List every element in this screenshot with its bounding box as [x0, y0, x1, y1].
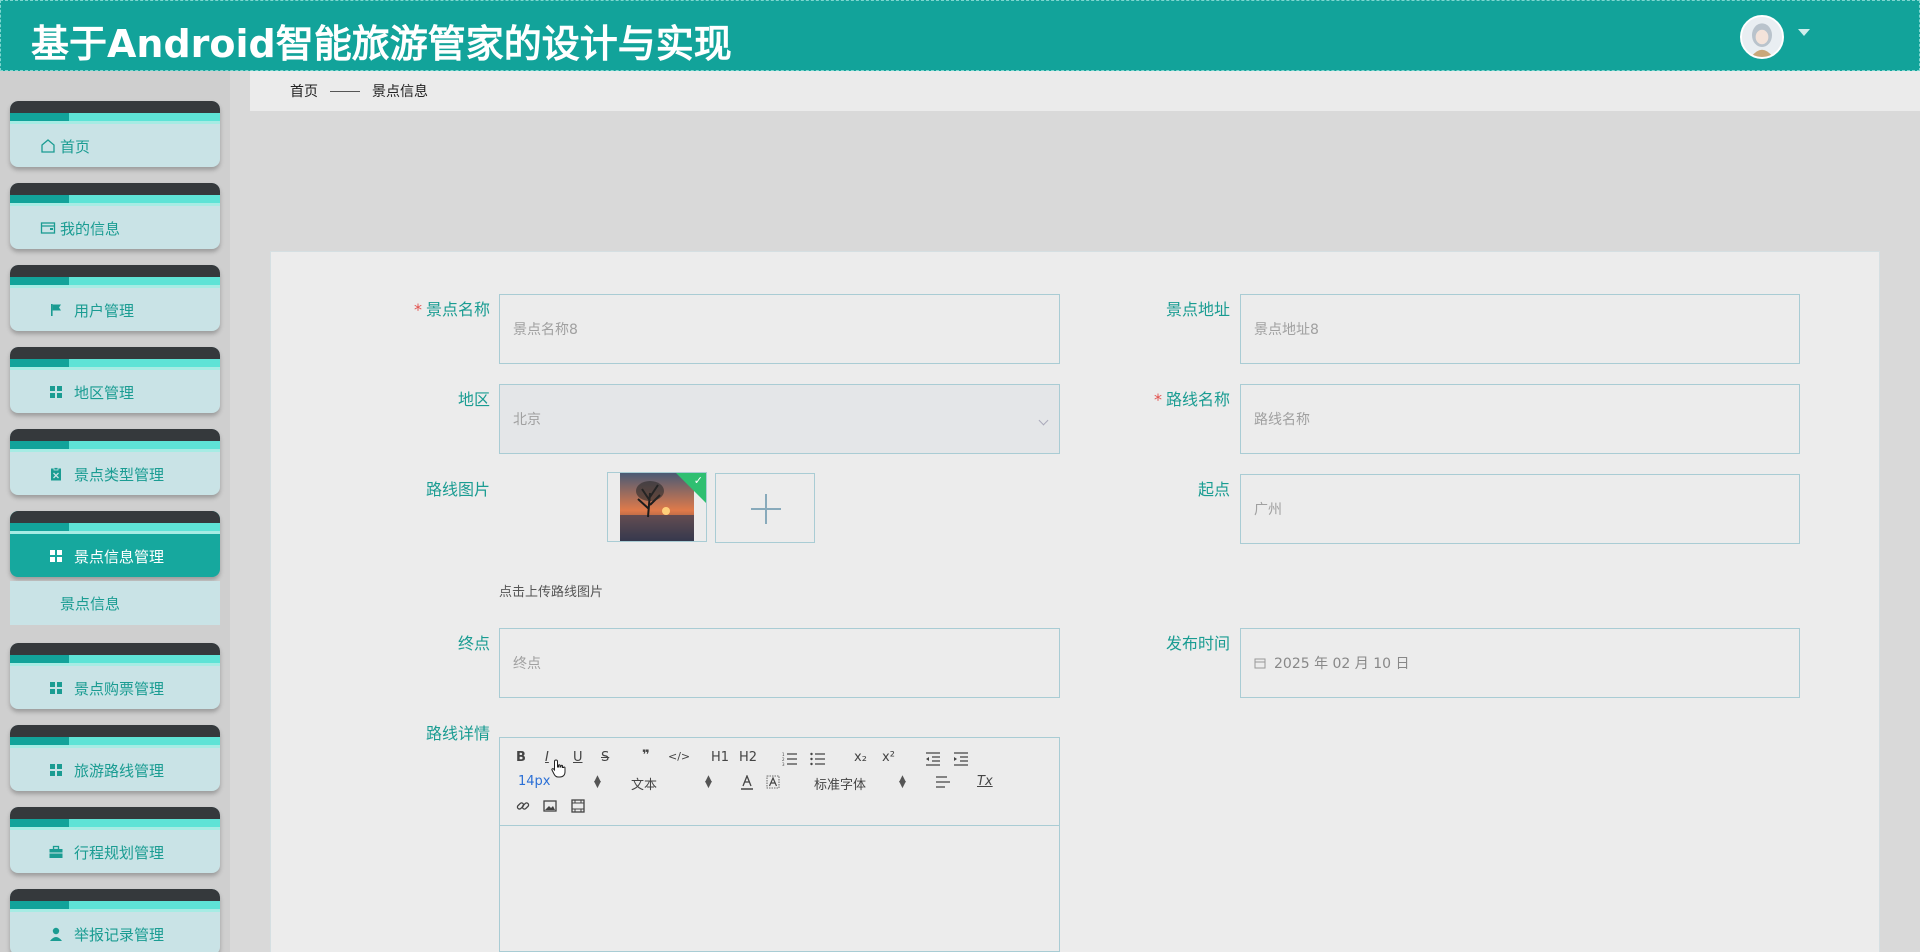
wallet-icon — [40, 222, 56, 234]
background-color-icon[interactable] — [766, 775, 780, 790]
region-select[interactable]: 北京 — [499, 384, 1060, 454]
publish-time-label: 发布时间 — [1165, 634, 1230, 653]
route-name-input[interactable]: 路线名称 — [1240, 384, 1800, 454]
clear-format-button[interactable]: Tx — [977, 774, 993, 789]
end-input[interactable]: 终点 — [499, 628, 1060, 698]
clipboard-icon — [51, 467, 61, 481]
sidebar-item-label: 举报记录管理 — [74, 925, 165, 944]
sidebar-item-label: 景点信息管理 — [74, 547, 165, 566]
bullet-list-icon[interactable] — [810, 752, 826, 766]
sidebar-item-spot-type[interactable]: 景点类型管理 — [10, 429, 220, 495]
submenu-label: 景点信息 — [60, 594, 121, 613]
sidebar-item-region[interactable]: 地区管理 — [10, 347, 220, 413]
sidebar-item-label: 地区管理 — [74, 383, 135, 402]
user-avatar[interactable] — [1740, 15, 1784, 59]
hand-cursor-icon — [551, 759, 566, 778]
upload-add-button[interactable] — [715, 473, 815, 543]
outdent-icon[interactable] — [925, 752, 941, 766]
sidebar-item-label: 景点购票管理 — [74, 679, 165, 698]
chevron-down-icon[interactable] — [1798, 29, 1810, 36]
route-detail-label: 路线详情 — [425, 724, 490, 743]
spot-name-input[interactable]: 景点名称8 — [499, 294, 1060, 364]
breadcrumb-separator — [330, 90, 360, 92]
ordered-list-icon[interactable]: 123 — [782, 752, 798, 766]
bold-button[interactable]: B — [516, 750, 526, 765]
font-color-icon[interactable] — [740, 775, 754, 790]
uploaded-image-thumbnail[interactable]: ✓ — [607, 472, 707, 542]
check-icon: ✓ — [693, 474, 703, 487]
end-label: 终点 — [457, 634, 490, 653]
italic-button[interactable]: I — [545, 750, 549, 765]
submenu-spot-info[interactable]: 景点信息 — [10, 581, 220, 625]
video-icon[interactable] — [571, 799, 585, 813]
sidebar-item-label: 用户管理 — [74, 301, 135, 320]
user-icon — [50, 927, 62, 941]
code-block-button[interactable]: </> — [668, 750, 690, 763]
sidebar-item-users[interactable]: 用户管理 — [10, 265, 220, 331]
app-title: 基于Android智能旅游管家的设计与实现 — [31, 22, 732, 66]
sidebar-item-itinerary[interactable]: 行程规划管理 — [10, 807, 220, 873]
home-icon — [41, 139, 55, 153]
align-left-icon[interactable] — [935, 776, 951, 789]
sidebar-item-tickets[interactable]: 景点购票管理 — [10, 643, 220, 709]
font-size-updown-icon: ▲ ▼ — [594, 774, 601, 790]
spot-address-label: 景点地址 — [1165, 300, 1230, 319]
upload-tip: 点击上传路线图片 — [499, 585, 604, 600]
sidebar-item-spot-info[interactable]: 景点信息管理 — [10, 511, 220, 577]
heading2-button[interactable]: H2 — [739, 750, 757, 765]
image-icon[interactable] — [543, 799, 557, 813]
grid-icon — [50, 386, 62, 398]
sidebar-item-label: 景点类型管理 — [74, 465, 165, 484]
sidebar-item-label: 首页 — [60, 137, 91, 156]
svg-text:3: 3 — [782, 762, 785, 766]
text-type-select[interactable]: 文本 — [631, 774, 657, 793]
grid-icon — [50, 550, 62, 562]
text-type-updown-icon: ▲ ▼ — [705, 774, 712, 790]
calendar-icon — [1254, 658, 1266, 669]
font-family-select[interactable]: 标准字体 — [814, 774, 866, 793]
underline-button[interactable]: U — [573, 750, 583, 765]
subscript-button[interactable]: x₂ — [854, 750, 867, 765]
region-label: 地区 — [457, 390, 490, 409]
link-icon[interactable] — [516, 799, 530, 813]
start-label: 起点 — [1197, 480, 1230, 499]
sidebar-item-routes[interactable]: 旅游路线管理 — [10, 725, 220, 791]
breadcrumb-current: 景点信息 — [372, 84, 428, 100]
breadcrumb-home[interactable]: 首页 — [290, 81, 318, 101]
breadcrumb: 首页 景点信息 — [250, 71, 1920, 111]
sidebar-item-reports[interactable]: 举报记录管理 — [10, 889, 220, 952]
briefcase-icon — [49, 845, 63, 858]
rich-text-editor: B I U S ❞ </> H1 H2 123 x₂ x² 14px ▲ ▼ 文本… — [499, 737, 1060, 952]
blockquote-button[interactable]: ❞ — [642, 748, 650, 763]
indent-icon[interactable] — [953, 752, 969, 766]
route-image-label: 路线图片 — [425, 480, 490, 499]
app-header: 基于Android智能旅游管家的设计与实现 — [0, 0, 1920, 71]
heading1-button[interactable]: H1 — [711, 750, 729, 765]
flag-icon — [51, 304, 61, 316]
sidebar-item-home[interactable]: 首页 — [10, 101, 220, 167]
sidebar-item-label: 行程规划管理 — [74, 843, 165, 862]
grid-icon — [50, 764, 62, 776]
editor-content-area[interactable] — [500, 826, 1059, 951]
grid-icon — [50, 682, 62, 694]
spot-name-label: * 景点名称 — [413, 300, 490, 319]
chevron-down-icon — [1038, 415, 1049, 426]
sidebar-item-label: 我的信息 — [60, 219, 121, 238]
font-size-select[interactable]: 14px — [518, 774, 551, 789]
start-input[interactable]: 广州 — [1240, 474, 1800, 544]
spot-address-input[interactable]: 景点地址8 — [1240, 294, 1800, 364]
route-name-label: * 路线名称 — [1153, 390, 1230, 409]
sidebar-item-my-info[interactable]: 我的信息 — [10, 183, 220, 249]
editor-toolbar: B I U S ❞ </> H1 H2 123 x₂ x² 14px ▲ ▼ 文本… — [500, 738, 1059, 826]
strike-button[interactable]: S — [601, 750, 609, 765]
sidebar-item-label: 旅游路线管理 — [74, 761, 165, 780]
sidebar: 首页 我的信息 用户管理 地区管理 景点类型管理 景点信息管理 景点信息 景点购… — [0, 71, 230, 952]
publish-time-input[interactable]: 2025 年 02 月 10 日 — [1240, 628, 1800, 698]
superscript-button[interactable]: x² — [882, 750, 895, 765]
font-family-updown-icon: ▲ ▼ — [899, 774, 906, 790]
